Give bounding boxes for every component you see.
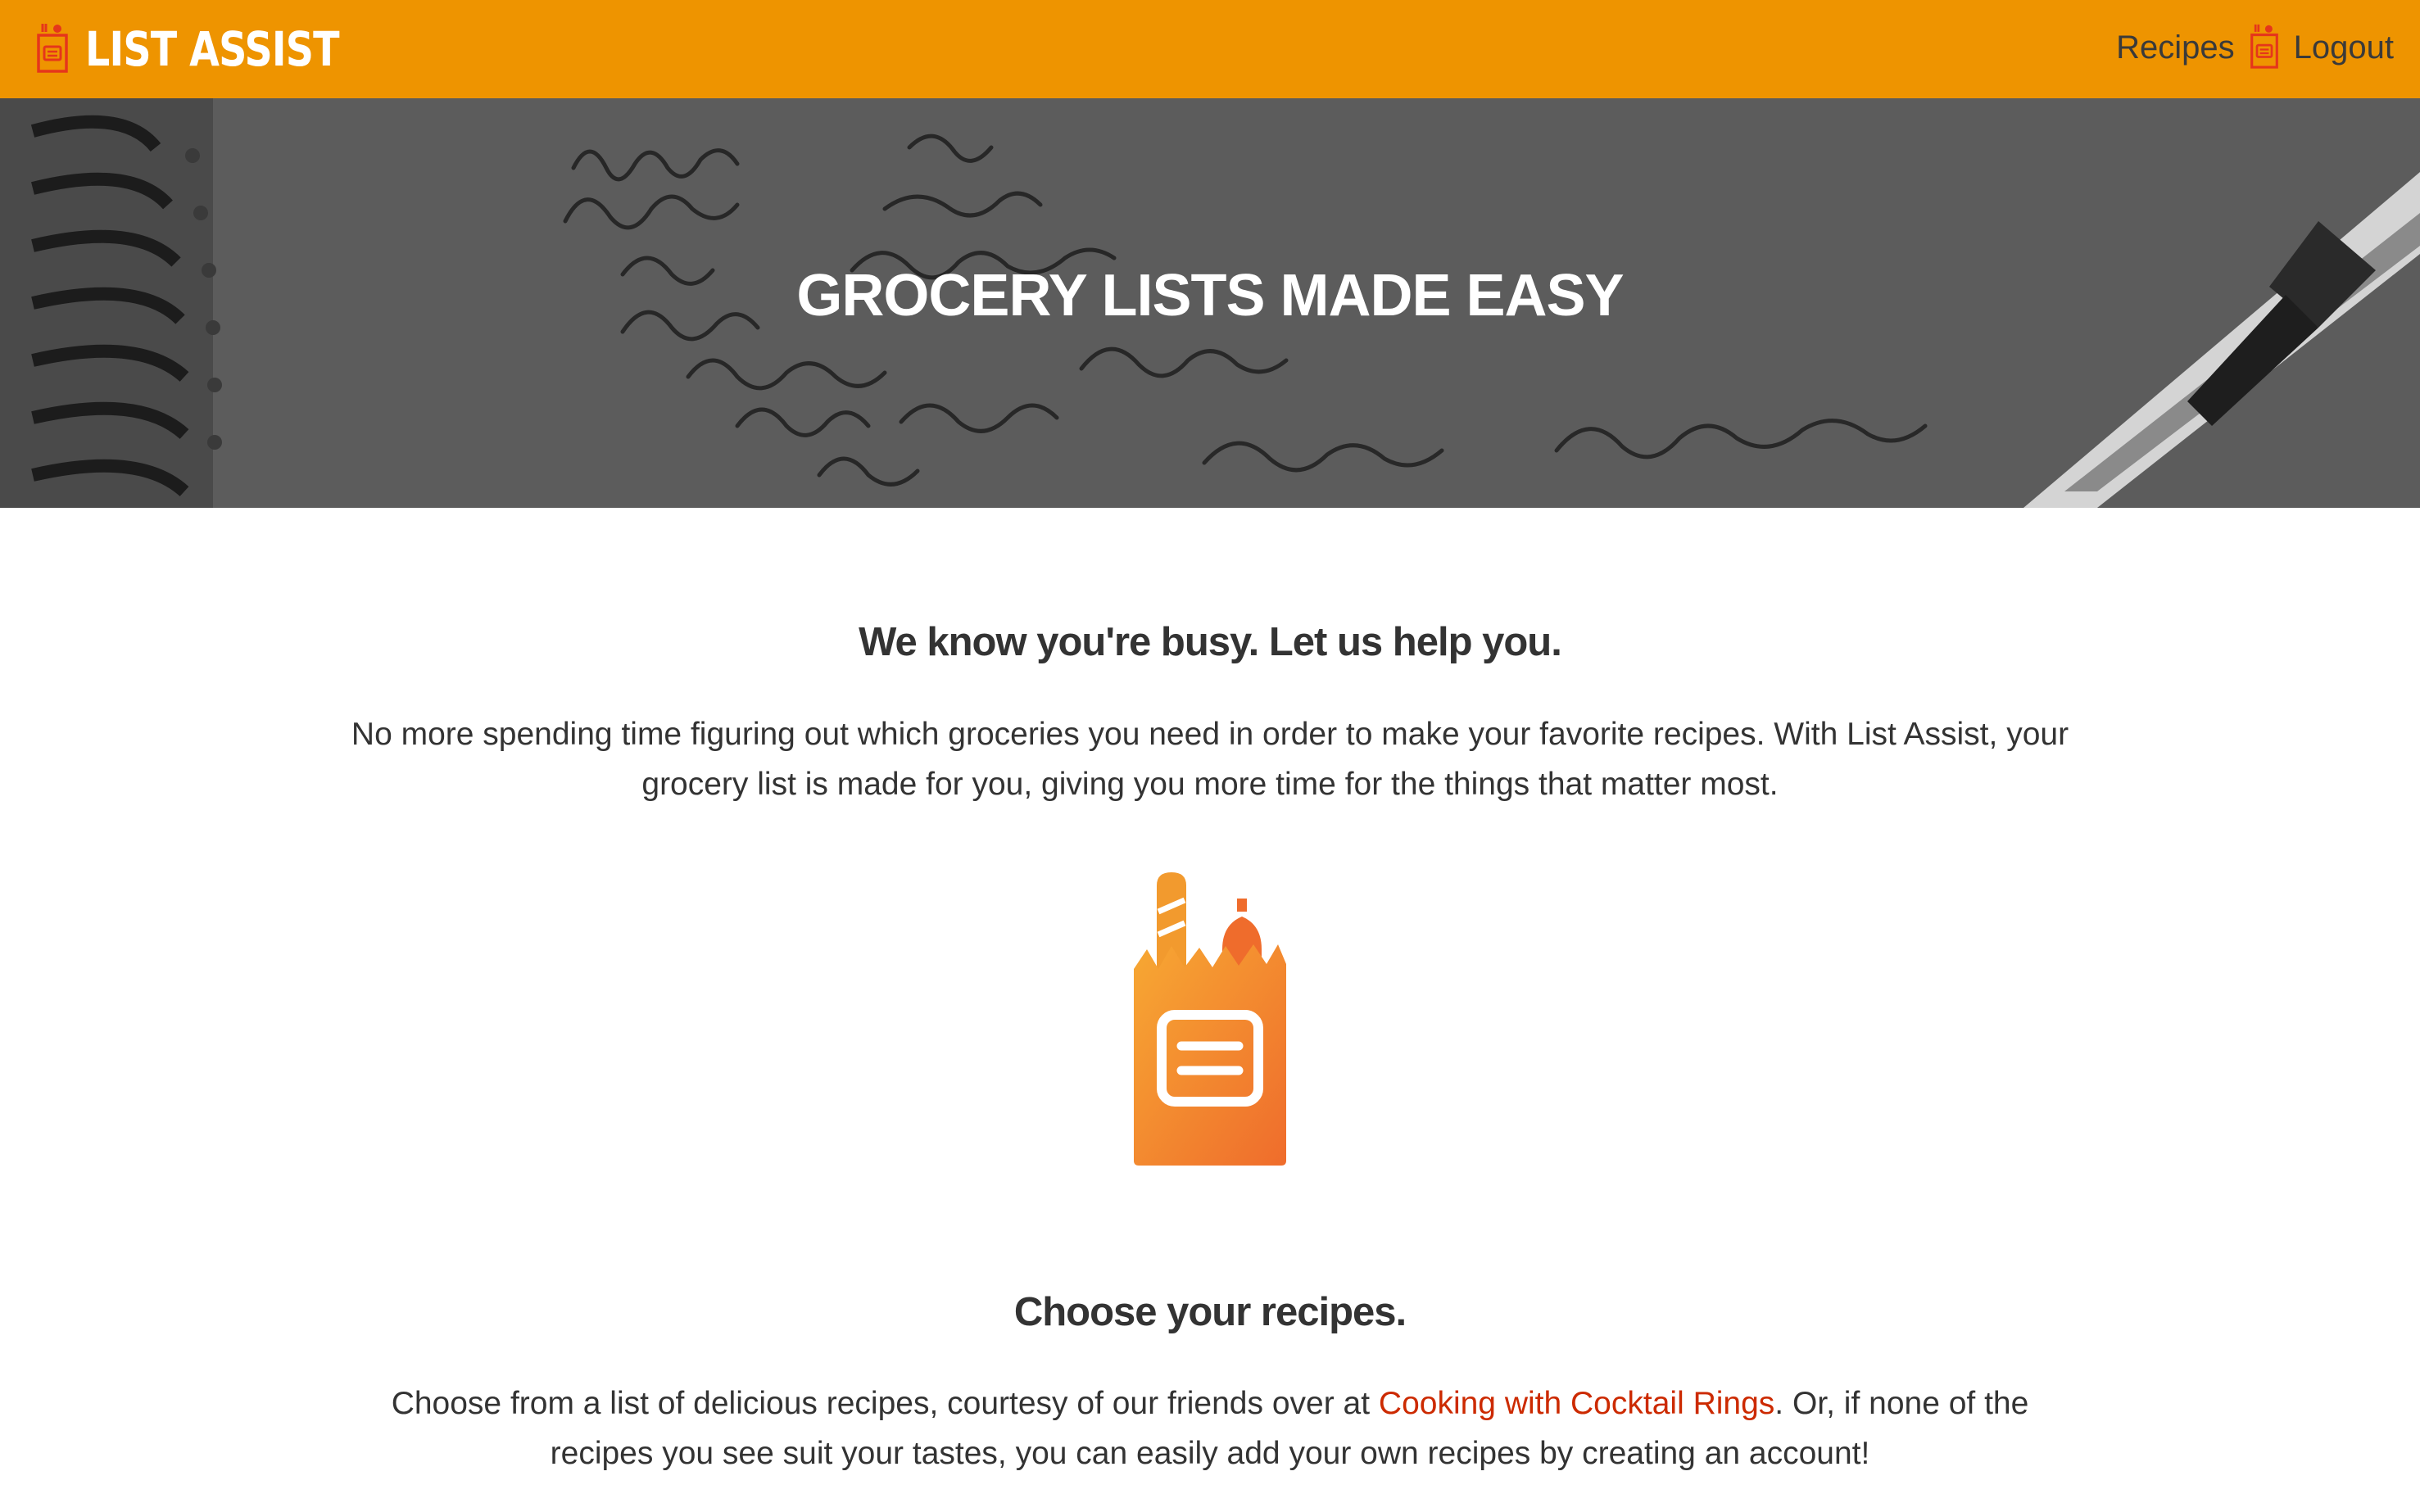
choose-heading: Choose your recipes.: [1013, 1290, 1407, 1334]
intro-paragraph: No more spending time figuring out which…: [351, 717, 2069, 802]
nav-menu: Recipes Logout: [2116, 16, 2394, 79]
hero-banner: GROCERY LISTS MADE EASY: [0, 98, 2420, 508]
choose-text-before: Choose from a list of delicious recipes,…: [391, 1386, 1379, 1421]
grocery-bag-icon: [1134, 871, 1286, 1166]
grocery-bag-icon: [36, 20, 69, 79]
intro-heading: We know you're busy. Let us help you.: [859, 620, 1562, 664]
cooking-with-cocktail-rings-link[interactable]: Cooking with Cocktail Rings: [1379, 1386, 1774, 1421]
nav-logout-link[interactable]: Logout: [2294, 29, 2394, 66]
nav-recipes-link[interactable]: Recipes: [2116, 29, 2235, 66]
brand-name: LIST ASSIST: [85, 21, 340, 77]
hero-title: GROCERY LISTS MADE EASY: [796, 263, 1624, 328]
choose-paragraph: Choose from a list of delicious recipes,…: [350, 1378, 2070, 1478]
navbar: LIST ASSIST Recipes Logout: [0, 0, 2420, 98]
grocery-bag-icon: [2250, 21, 2279, 75]
brand-logo[interactable]: LIST ASSIST: [36, 18, 395, 80]
